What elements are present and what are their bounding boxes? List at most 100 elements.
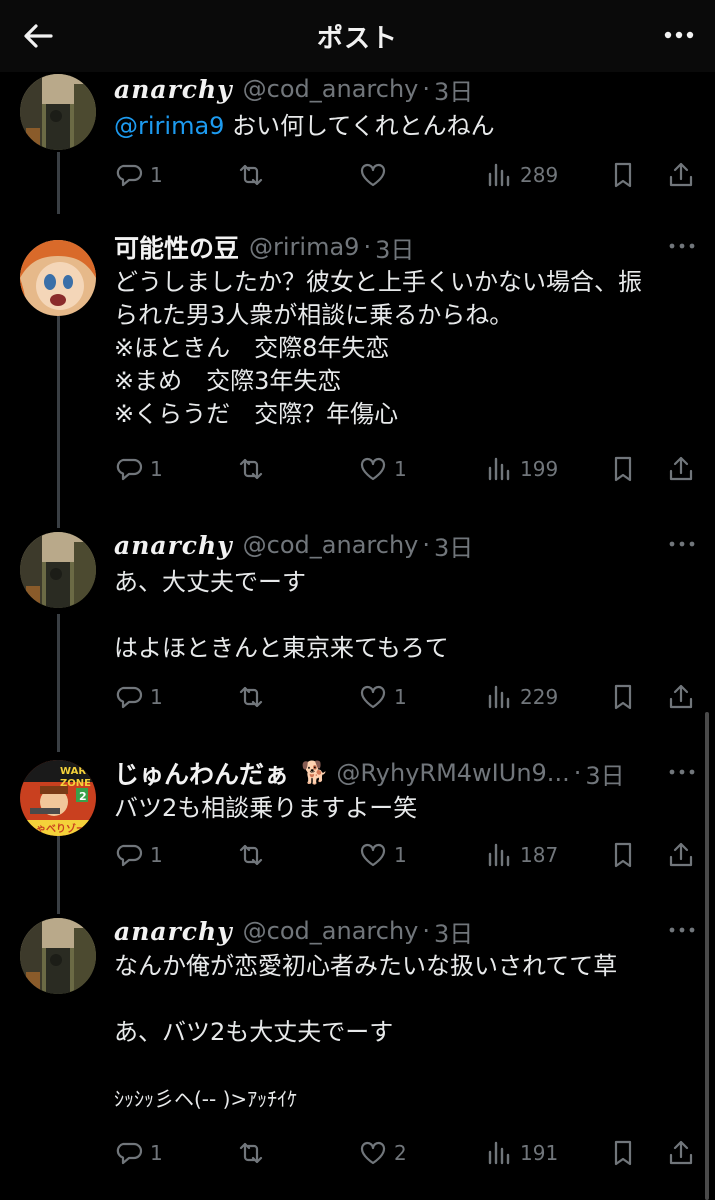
share-icon <box>669 842 693 867</box>
user-handle[interactable]: @cod_anarchy <box>243 917 419 945</box>
avatar[interactable] <box>20 532 96 608</box>
mention-link[interactable]: @ririma9 <box>114 112 224 140</box>
share-button[interactable] <box>666 680 702 714</box>
top-bar: ポスト <box>0 0 715 72</box>
view-count: 229 <box>520 685 559 709</box>
more-horizontal-icon[interactable] <box>667 532 697 556</box>
post-text-body: おい何してくれとんねん <box>224 112 495 140</box>
display-name[interactable]: anarchy <box>114 531 233 560</box>
arrow-left-icon[interactable] <box>20 18 56 54</box>
user-handle[interactable]: @ririma9 <box>249 233 359 261</box>
views-button[interactable]: 229 <box>484 680 558 714</box>
display-name[interactable]: 可能性の豆 <box>114 229 239 265</box>
post-date[interactable]: 3日 <box>434 528 473 563</box>
separator-dot: · <box>363 233 372 261</box>
scrollbar[interactable] <box>705 712 709 1200</box>
heart-icon <box>360 685 386 709</box>
views-button[interactable]: 191 <box>484 1136 558 1170</box>
post-date[interactable]: 3日 <box>434 914 473 949</box>
more-horizontal-icon[interactable] <box>667 760 697 784</box>
repost-button[interactable] <box>236 1136 272 1170</box>
repost-button[interactable] <box>236 452 272 486</box>
more-horizontal-icon[interactable] <box>661 20 697 50</box>
reply-count: 1 <box>150 685 163 709</box>
post-text: バツ2も相談乗りますよー笑 <box>114 794 418 822</box>
like-count: 1 <box>394 685 407 709</box>
repost-button[interactable] <box>236 158 272 192</box>
more-horizontal-icon[interactable] <box>667 234 697 258</box>
repost-icon <box>239 1142 263 1164</box>
like-button[interactable]: 2 <box>358 1136 407 1170</box>
action-bar: 1 1 199 <box>114 452 704 486</box>
views-icon <box>488 163 510 187</box>
user-handle[interactable]: @RyhyRM4wIUn9... <box>336 759 569 787</box>
bookmark-icon <box>614 1140 632 1166</box>
share-button[interactable] <box>666 838 702 872</box>
reply-icon <box>116 1142 143 1165</box>
post-meta: anarchy @cod_anarchy · 3日 <box>114 528 473 562</box>
display-name[interactable]: anarchy <box>114 75 233 104</box>
user-handle[interactable]: @cod_anarchy <box>243 531 419 559</box>
separator-dot: · <box>573 759 582 787</box>
reply-button[interactable]: 1 <box>114 838 163 872</box>
dog-emoji: 🐕 <box>301 760 329 786</box>
like-button[interactable]: 1 <box>358 838 407 872</box>
like-count: 1 <box>394 843 407 867</box>
action-bar: 1 1 187 <box>114 838 704 872</box>
separator-dot: · <box>422 917 430 945</box>
share-icon <box>669 162 693 187</box>
reply-button[interactable]: 1 <box>114 452 163 486</box>
bookmark-button[interactable] <box>608 452 644 486</box>
avatar[interactable] <box>20 74 96 150</box>
display-name[interactable]: anarchy <box>114 917 233 946</box>
reply-button[interactable]: 1 <box>114 158 163 192</box>
avatar[interactable] <box>20 918 96 994</box>
more-horizontal-icon[interactable] <box>667 918 697 942</box>
user-handle[interactable]: @cod_anarchy <box>243 75 419 103</box>
reply-button[interactable]: 1 <box>114 680 163 714</box>
bookmark-button[interactable] <box>608 680 644 714</box>
post-date[interactable]: 3日 <box>375 230 414 265</box>
share-button[interactable] <box>666 158 702 192</box>
post-date[interactable]: 3日 <box>585 756 624 791</box>
views-icon <box>488 457 510 481</box>
repost-button[interactable] <box>236 838 272 872</box>
like-button[interactable]: 1 <box>358 680 407 714</box>
views-button[interactable]: 199 <box>484 452 558 486</box>
views-icon <box>488 843 510 867</box>
avatar-text: 2 <box>79 790 87 803</box>
post-date[interactable]: 3日 <box>434 72 473 107</box>
reply-button[interactable]: 1 <box>114 1136 163 1170</box>
post-meta: じゅんわんだぁ 🐕 @RyhyRM4wIUn9... · 3日 <box>114 756 625 790</box>
avatar[interactable] <box>20 240 96 316</box>
display-name[interactable]: じゅんわんだぁ <box>114 755 289 791</box>
post-text-body: なんか俺が恋愛初心者みたいな扱いされてて草 あ、バツ2も大丈夫でーす <box>114 952 618 1046</box>
like-count: 2 <box>394 1141 407 1165</box>
like-button[interactable] <box>358 158 394 192</box>
views-button[interactable]: 187 <box>484 838 558 872</box>
post[interactable]: anarchy @cod_anarchy · 3日 @ririma9 おい何して… <box>0 72 715 212</box>
post[interactable]: WAR ZONE 2 しゃべりゾー じゅんわんだぁ 🐕 @RyhyRM4wIUn… <box>0 756 715 886</box>
share-button[interactable] <box>666 452 702 486</box>
post[interactable]: 可能性の豆 @ririma9 · 3日 どうしましたか？彼女と上手くいかない場合… <box>0 230 715 520</box>
avatar[interactable]: WAR ZONE 2 しゃべりゾー <box>20 760 96 836</box>
bookmark-button[interactable] <box>608 1136 644 1170</box>
view-count: 191 <box>520 1141 559 1165</box>
bookmark-button[interactable] <box>608 158 644 192</box>
views-button[interactable]: 289 <box>484 158 558 192</box>
repost-button[interactable] <box>236 680 272 714</box>
share-button[interactable] <box>666 1136 702 1170</box>
bookmark-icon <box>614 456 632 482</box>
bookmark-button[interactable] <box>608 838 644 872</box>
post-text-kaomoji: ｼｯｼｯ彡ヘ(-- )>ｱｯﾁｲｹ <box>114 1087 298 1111</box>
repost-icon <box>239 844 263 866</box>
post[interactable]: anarchy @cod_anarchy · 3日 あ、大丈夫でーす はよほとき… <box>0 528 715 728</box>
page-title: ポスト <box>316 23 398 54</box>
view-count: 289 <box>520 163 559 187</box>
action-bar: 1 1 229 <box>114 680 704 714</box>
heart-icon <box>360 457 386 481</box>
reply-icon <box>116 458 143 481</box>
like-button[interactable]: 1 <box>358 452 407 486</box>
heart-icon <box>360 163 386 187</box>
post[interactable]: anarchy @cod_anarchy · 3日 なんか俺が恋愛初心者みたいな… <box>0 914 715 1184</box>
